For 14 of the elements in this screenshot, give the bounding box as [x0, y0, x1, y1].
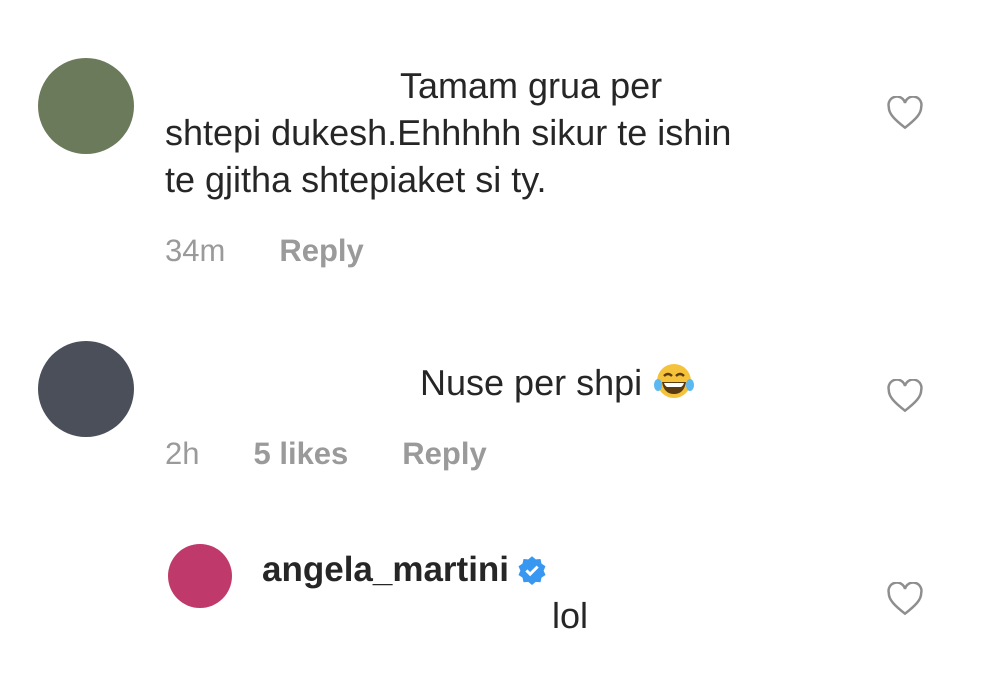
heart-icon[interactable]	[886, 96, 924, 130]
comment-time: 2h	[165, 436, 200, 472]
heart-icon[interactable]	[886, 582, 924, 616]
likes-count[interactable]: 5 likes	[253, 436, 348, 472]
comment-text: lol	[551, 594, 590, 638]
comment-text: Tamam grua per shtepi dukesh.Ehhhhh sikur te ishin te gjitha shtepiaket si ty.	[165, 64, 732, 202]
comment-time: 34m	[165, 233, 226, 269]
verified-badge-icon	[517, 555, 548, 585]
username[interactable]: angela_martini	[262, 550, 510, 590]
heart-icon[interactable]	[886, 379, 924, 413]
reply-link[interactable]: Reply	[402, 436, 487, 472]
reply-link[interactable]: Reply	[279, 233, 364, 269]
comment-text: Nuse per shpi	[165, 359, 740, 406]
laughing-emoji-icon	[652, 361, 696, 401]
